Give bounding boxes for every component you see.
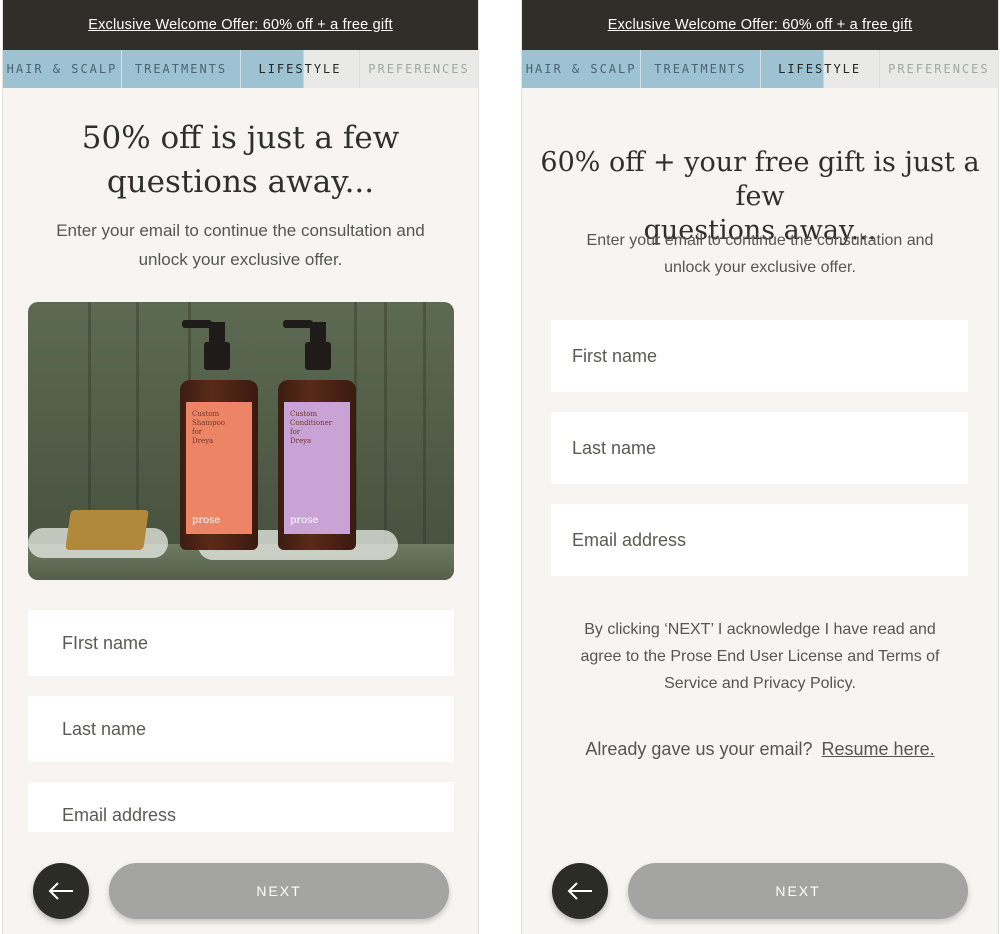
conditioner-bottle: Custom Conditioner for Dreya prose <box>278 380 356 550</box>
progress-steps: HAIR & SCALP TREATMENTS LIFESTYLE PREFER… <box>522 50 998 88</box>
step-treatments: TREATMENTS <box>122 50 241 88</box>
next-button-label: NEXT <box>256 883 302 899</box>
legal-line: By clicking ‘NEXT’ I acknowledge I have … <box>584 621 936 638</box>
step-hair-scalp: HAIR & SCALP <box>3 50 122 88</box>
legal-disclaimer: By clicking ‘NEXT’ I acknowledge I have … <box>522 616 998 697</box>
consultation-screen-a: Exclusive Welcome Offer: 60% off + a fre… <box>2 0 479 934</box>
shampoo-bottle: Custom Shampoo for Dreya prose <box>180 380 258 550</box>
soap-bar <box>65 510 149 550</box>
back-button[interactable] <box>33 863 89 919</box>
email-placeholder: Email address <box>62 805 177 825</box>
page-title-line: 50% off is just a few <box>81 120 400 156</box>
resume-prompt: Already gave us your email? <box>585 739 813 759</box>
next-button[interactable]: NEXT <box>628 863 968 919</box>
last-name-placeholder: Last name <box>572 437 657 458</box>
email-input[interactable]: Email address <box>28 782 454 832</box>
next-button-label: NEXT <box>775 883 821 899</box>
welcome-offer-link[interactable]: Exclusive Welcome Offer: 60% off + a fre… <box>88 17 393 33</box>
step-lifestyle: LIFESTYLE <box>760 50 880 88</box>
progress-steps: HAIR & SCALP TREATMENTS LIFESTYLE PREFER… <box>3 50 478 88</box>
step-preferences: PREFERENCES <box>879 50 998 88</box>
first-name-placeholder: First name <box>572 345 658 366</box>
email-placeholder: Email address <box>572 529 687 550</box>
page-title-line: questions away... <box>106 164 375 200</box>
product-photo: Custom Shampoo for Dreya prose Custom Co… <box>28 302 454 580</box>
first-name-input[interactable]: FIrst name <box>28 610 454 676</box>
step-treatments: TREATMENTS <box>641 50 761 88</box>
consultation-screen-b: Exclusive Welcome Offer: 60% off + a fre… <box>521 0 999 934</box>
arrow-left-icon <box>48 882 73 900</box>
page-subtitle: Enter your email to continue the consult… <box>522 227 998 281</box>
brand-mark: prose <box>290 515 319 526</box>
resume-row: Already gave us your email? Resume here. <box>522 739 998 760</box>
email-input[interactable]: Email address <box>551 504 968 576</box>
page-subtitle-line: Enter your email to continue the consult… <box>56 221 425 240</box>
conditioner-label: Custom Conditioner for Dreya prose <box>284 402 350 534</box>
page-subtitle-line: Enter your email to continue the consult… <box>586 232 934 249</box>
first-name-placeholder: FIrst name <box>62 632 149 653</box>
page-subtitle-line: unlock your exclusive offer. <box>664 259 856 276</box>
step-hair-scalp: HAIR & SCALP <box>522 50 642 88</box>
page-subtitle: Enter your email to continue the consult… <box>3 216 478 274</box>
page-title: 50% off is just a few questions away... <box>3 116 478 204</box>
last-name-placeholder: Last name <box>62 718 147 739</box>
next-button[interactable]: NEXT <box>109 863 449 919</box>
arrow-left-icon <box>567 882 592 900</box>
legal-line: agree to the Prose End User License and … <box>580 648 940 665</box>
back-button[interactable] <box>552 863 608 919</box>
last-name-input[interactable]: Last name <box>551 412 968 484</box>
welcome-offer-banner[interactable]: Exclusive Welcome Offer: 60% off + a fre… <box>3 0 478 50</box>
page-subtitle-line: unlock your exclusive offer. <box>138 250 343 269</box>
step-preferences: PREFERENCES <box>360 50 478 88</box>
legal-line: Service and Privacy Policy. <box>664 675 856 692</box>
welcome-offer-banner[interactable]: Exclusive Welcome Offer: 60% off + a fre… <box>522 0 998 50</box>
brand-mark: prose <box>192 515 221 526</box>
resume-link[interactable]: Resume here. <box>822 739 935 759</box>
step-lifestyle: LIFESTYLE <box>241 50 360 88</box>
first-name-input[interactable]: First name <box>551 320 968 392</box>
shampoo-label: Custom Shampoo for Dreya prose <box>186 402 252 534</box>
page-title-line: 60% off + your free gift is just a few <box>540 147 980 212</box>
welcome-offer-link[interactable]: Exclusive Welcome Offer: 60% off + a fre… <box>608 17 913 33</box>
last-name-input[interactable]: Last name <box>28 696 454 762</box>
